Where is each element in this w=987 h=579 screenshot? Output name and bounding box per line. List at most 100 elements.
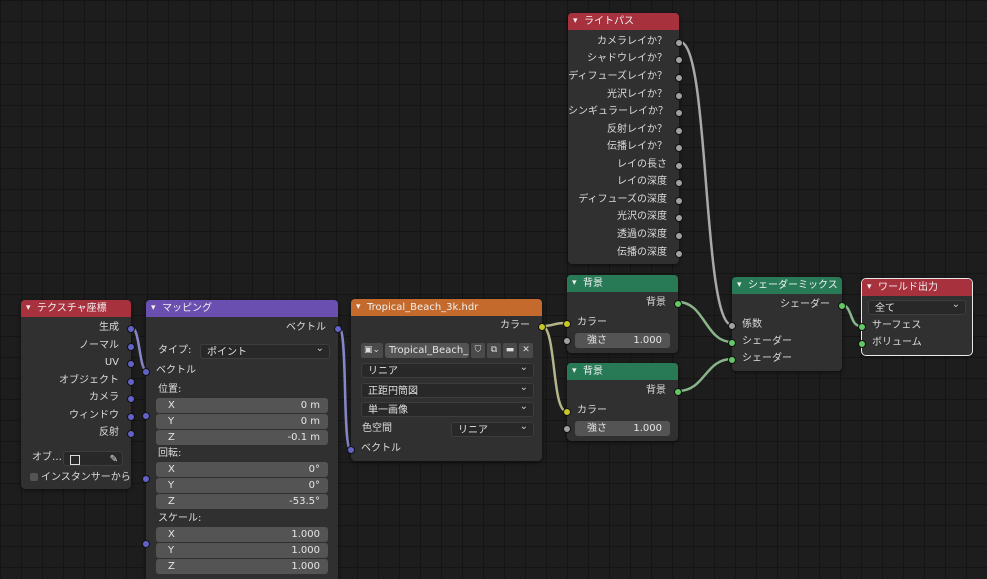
- socket-input-strength[interactable]: [563, 425, 571, 433]
- socket-output[interactable]: [127, 430, 135, 438]
- socket-output[interactable]: [675, 92, 683, 100]
- scale-x-field[interactable]: X 1.000: [156, 527, 328, 542]
- socket-input[interactable]: [858, 323, 866, 331]
- socket-output[interactable]: [675, 74, 683, 82]
- socket-input[interactable]: [563, 408, 571, 416]
- projection-dropdown[interactable]: 正距円筒図: [361, 380, 534, 398]
- colorspace-dropdown[interactable]: リニア: [451, 419, 534, 437]
- link-lightpath-mix: [678, 40, 734, 327]
- socket-output[interactable]: [127, 360, 135, 368]
- output-generated: 生成: [21, 321, 135, 335]
- output-ray-length: レイの長さ: [568, 158, 683, 172]
- folder-icon[interactable]: ▬: [503, 343, 517, 358]
- socket-output[interactable]: [334, 325, 342, 333]
- socket-output[interactable]: [127, 378, 135, 386]
- eyedropper-icon[interactable]: ✎: [110, 452, 118, 465]
- socket-output[interactable]: [675, 232, 683, 240]
- socket-output[interactable]: [675, 214, 683, 222]
- socket-output[interactable]: [675, 250, 683, 258]
- socket-output[interactable]: [675, 56, 683, 64]
- socket-output[interactable]: [675, 162, 683, 170]
- scale-z-field[interactable]: Z 1.000: [156, 559, 328, 574]
- location-z-field[interactable]: Z -0.1 m: [156, 430, 328, 445]
- socket-input[interactable]: [728, 339, 736, 347]
- node-mix-shader[interactable]: シェーダーミックス シェーダー 係数 シェーダー シェーダー: [728, 277, 846, 371]
- output-normal: ノーマル: [21, 339, 135, 353]
- node-header[interactable]: 背景: [567, 363, 678, 380]
- output-transparent-depth: 透過の深度: [568, 228, 683, 242]
- scale-y-field[interactable]: Y 1.000: [156, 543, 328, 558]
- node-header[interactable]: ライトパス: [568, 13, 679, 30]
- type-label: タイプ:: [158, 345, 192, 356]
- socket-output[interactable]: [674, 300, 682, 308]
- socket-output[interactable]: [538, 323, 546, 331]
- socket-output[interactable]: [127, 325, 135, 333]
- socket-input-scale[interactable]: [142, 540, 150, 548]
- location-y-field[interactable]: Y0 m: [156, 414, 328, 429]
- socket-input[interactable]: [563, 320, 571, 328]
- target-dropdown[interactable]: 全て: [868, 297, 966, 315]
- socket-input[interactable]: [347, 446, 355, 454]
- node-mapping[interactable]: マッピング ベクトル タイプ: ポイント ベクトル 位置: X0 m Y0 m …: [142, 300, 342, 579]
- checkbox-icon: [30, 473, 38, 481]
- object-label: オブ…: [32, 452, 62, 463]
- source-dropdown[interactable]: 単一画像: [361, 399, 534, 417]
- image-name-field[interactable]: Tropical_Beach_3…: [385, 343, 469, 358]
- input-factor: 係数: [728, 318, 842, 332]
- strength-field[interactable]: 強さ 1.000: [575, 333, 670, 348]
- from-instancer-checkbox[interactable]: インスタンサーから: [30, 471, 131, 485]
- rotation-x-field[interactable]: X 0°: [156, 462, 328, 477]
- scale-label: スケール:: [158, 513, 202, 524]
- output-is-singular-ray: シンギュラーレイか？: [568, 105, 683, 119]
- node-texture-coordinate[interactable]: テクスチャ座標 生成 ノーマル UV オブジェクト カメラ ウィンドウ 反射 オ…: [21, 300, 135, 489]
- node-world-output[interactable]: ワールド出力 全て サーフェス ボリューム: [858, 278, 973, 356]
- output-is-reflection-ray: 反射レイか？: [568, 123, 683, 137]
- output-window: ウィンドウ: [21, 409, 135, 423]
- location-label: 位置:: [158, 384, 182, 395]
- socket-input[interactable]: [858, 340, 866, 348]
- socket-output[interactable]: [127, 343, 135, 351]
- socket-input-strength[interactable]: [563, 337, 571, 345]
- socket-output[interactable]: [675, 197, 683, 205]
- socket-output[interactable]: [674, 388, 682, 396]
- object-icon: [70, 455, 80, 465]
- rotation-z-field[interactable]: Z -53.5°: [156, 494, 328, 509]
- socket-input-rotation[interactable]: [142, 475, 150, 483]
- output-glossy-depth: 光沢の深度: [568, 210, 683, 224]
- node-environment-texture[interactable]: Tropical_Beach_3k.hdr カラー ▣⌄ Tropical_Be…: [347, 299, 546, 461]
- node-header[interactable]: テクスチャ座標: [21, 300, 131, 317]
- socket-input[interactable]: [728, 322, 736, 330]
- duplicate-icon[interactable]: ⧉: [487, 343, 501, 358]
- image-browse-icon[interactable]: ▣⌄: [361, 343, 383, 358]
- socket-input-location[interactable]: [142, 412, 150, 420]
- rotation-y-field[interactable]: Y 0°: [156, 478, 328, 493]
- socket-output[interactable]: [675, 144, 683, 152]
- socket-output[interactable]: [675, 109, 683, 117]
- socket-input[interactable]: [142, 368, 150, 376]
- object-picker[interactable]: ✎: [63, 451, 123, 466]
- socket-output[interactable]: [675, 179, 683, 187]
- socket-output[interactable]: [675, 39, 683, 47]
- socket-output[interactable]: [675, 127, 683, 135]
- strength-field[interactable]: 強さ 1.000: [575, 421, 670, 436]
- node-header[interactable]: 背景: [567, 275, 678, 292]
- socket-output[interactable]: [127, 413, 135, 421]
- socket-output[interactable]: [127, 395, 135, 403]
- location-x-field[interactable]: X0 m: [156, 398, 328, 413]
- node-background-2[interactable]: 背景 背景 カラー 強さ1.000: [563, 363, 682, 441]
- output-background: 背景: [567, 296, 682, 310]
- node-background-1[interactable]: 背景 背景 カラー 強さ1.000: [563, 275, 682, 353]
- close-icon[interactable]: ✕: [519, 343, 533, 358]
- node-header[interactable]: Tropical_Beach_3k.hdr: [351, 299, 542, 316]
- node-header[interactable]: マッピング: [146, 300, 338, 317]
- link-bg1-mix: [676, 300, 734, 344]
- mapping-type-dropdown[interactable]: ポイント: [200, 341, 330, 359]
- node-light-path[interactable]: ライトパス カメラレイか？ シャドウレイか？ ディフューズレイか？ 光沢レイか？…: [568, 13, 683, 264]
- fake-user-icon[interactable]: ⛉: [471, 343, 485, 358]
- node-header[interactable]: シェーダーミックス: [732, 277, 842, 294]
- node-header[interactable]: ワールド出力: [862, 279, 972, 296]
- output-vector: ベクトル: [146, 321, 342, 335]
- interpolation-dropdown[interactable]: リニア: [361, 360, 534, 378]
- socket-output[interactable]: [838, 302, 846, 310]
- socket-input[interactable]: [728, 356, 736, 364]
